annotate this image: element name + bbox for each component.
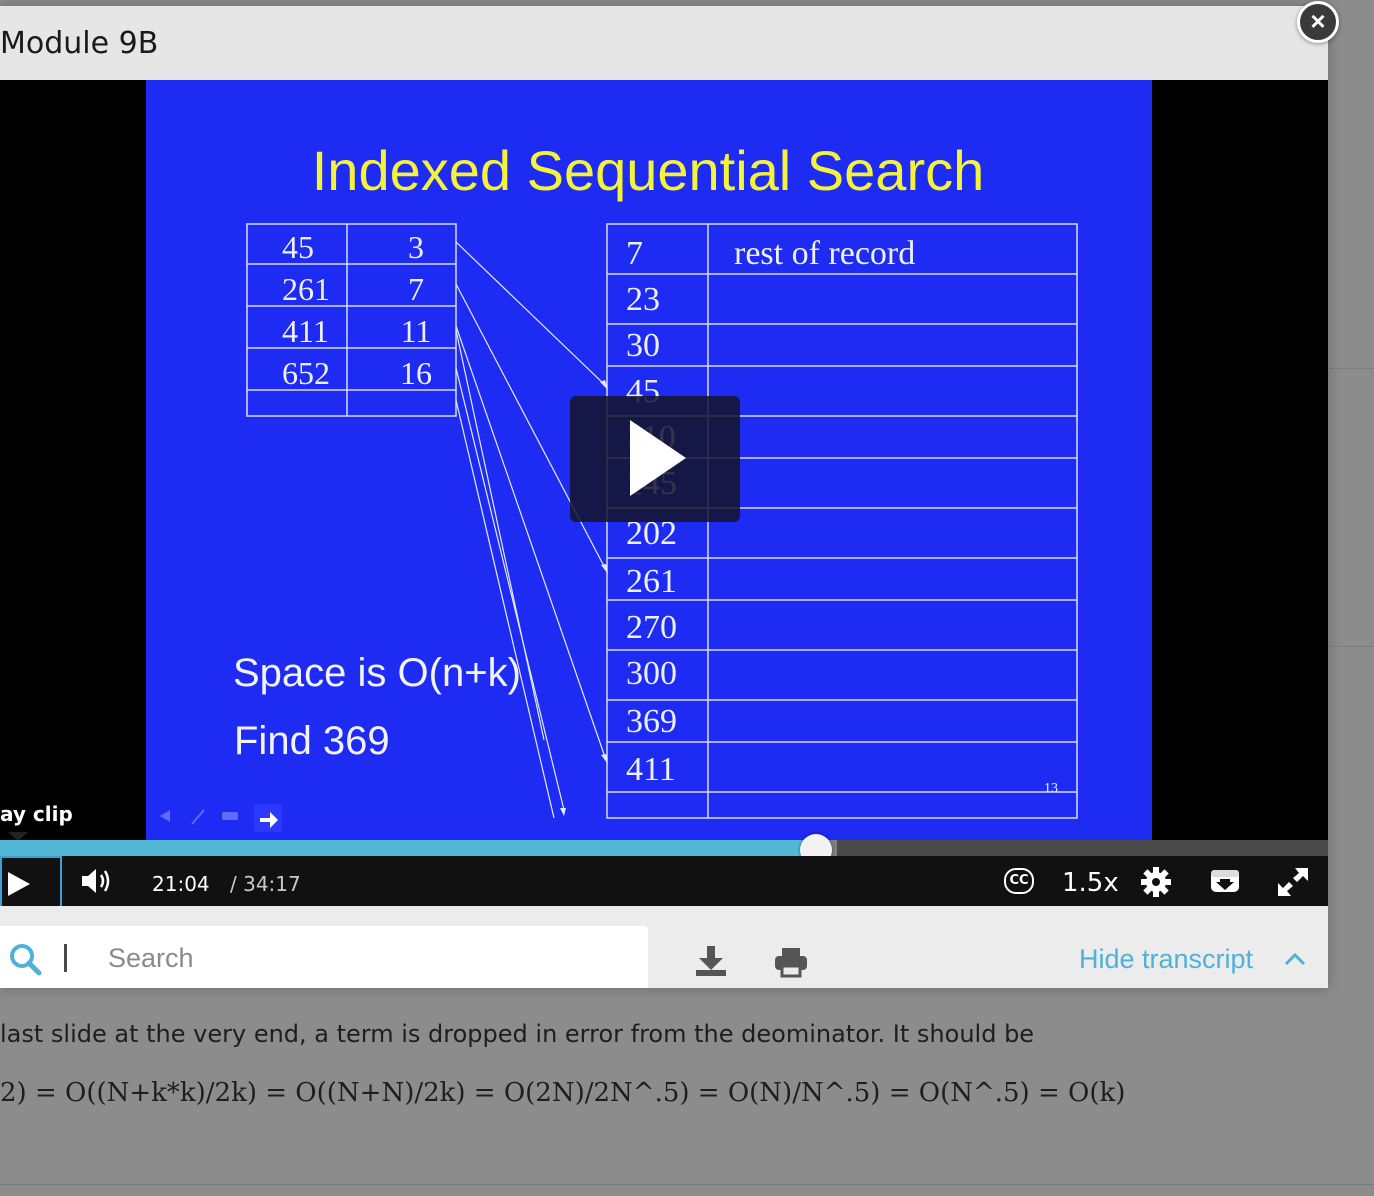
cc-button[interactable]: CC bbox=[1004, 868, 1034, 894]
chevron-up-icon[interactable] bbox=[1284, 952, 1306, 966]
record-header: rest of record bbox=[734, 235, 915, 272]
download-icon[interactable] bbox=[694, 944, 728, 978]
slide-title: Indexed Sequential Search bbox=[312, 139, 985, 202]
record-key-cell: 300 bbox=[626, 655, 677, 692]
record-key-cell: 261 bbox=[626, 563, 677, 600]
record-key-cell: 7 bbox=[626, 235, 643, 272]
index-key-cell: 411 bbox=[282, 313, 329, 349]
search-icon bbox=[10, 944, 42, 976]
index-key-cell: 45 bbox=[282, 229, 314, 265]
playback-speed-button[interactable]: 1.5x bbox=[1062, 868, 1119, 898]
index-pointer-cell: 11 bbox=[401, 313, 432, 349]
divider bbox=[1330, 646, 1374, 647]
search-divider bbox=[64, 944, 67, 972]
fullscreen-button[interactable] bbox=[1276, 866, 1310, 903]
index-table-cells: 45 3 261 7 411 11 652 16 bbox=[282, 229, 432, 391]
index-pointer-cell: 7 bbox=[408, 271, 424, 307]
record-key-cell: 23 bbox=[626, 281, 660, 318]
video-modal: Module 9B Indexed Sequential Search 45 3 2… bbox=[0, 1, 1339, 988]
record-key-cell: 30 bbox=[626, 327, 660, 364]
hide-transcript-link[interactable]: Hide transcript bbox=[1079, 944, 1253, 975]
divider bbox=[0, 1184, 1374, 1185]
modal-header: Module 9B bbox=[0, 6, 1328, 80]
index-pointer-cell: 16 bbox=[400, 355, 432, 391]
download-video-button[interactable] bbox=[1208, 866, 1242, 901]
player-controls: 21:04 / 34:17 CC 1.5x bbox=[0, 856, 1328, 906]
record-key-cell: 369 bbox=[626, 703, 677, 740]
play-clip-label[interactable]: ay clip bbox=[0, 802, 73, 826]
transcript-toolbar: Hide transcript bbox=[0, 906, 1328, 988]
search-input[interactable] bbox=[108, 936, 628, 980]
index-pointer-cell: 3 bbox=[408, 229, 424, 265]
settings-button[interactable] bbox=[1140, 866, 1172, 903]
slide-nav-icons bbox=[160, 809, 238, 825]
progress-bar[interactable] bbox=[0, 840, 1328, 856]
volume-button[interactable] bbox=[80, 866, 114, 901]
record-key-cell: 411 bbox=[626, 751, 676, 788]
index-pointers bbox=[455, 241, 607, 819]
video-player[interactable]: Indexed Sequential Search 45 3 261 7 411 11 65… bbox=[0, 80, 1328, 906]
slide-number: 13 bbox=[1044, 781, 1058, 796]
modal-title: Module 9B bbox=[0, 26, 159, 61]
play-icon bbox=[8, 872, 30, 896]
page-text-line: last slide at the very end, a term is dr… bbox=[0, 1020, 1035, 1048]
divider bbox=[1330, 368, 1374, 369]
index-key-cell: 261 bbox=[282, 271, 330, 307]
space-complexity-text: Space is O(n+k) bbox=[233, 651, 521, 695]
download-box-icon bbox=[1211, 870, 1239, 892]
volume-icon bbox=[82, 869, 110, 893]
play-button[interactable] bbox=[0, 856, 62, 906]
big-play-button[interactable] bbox=[570, 396, 740, 522]
total-time: / 34:17 bbox=[230, 872, 301, 896]
record-key-cell: 270 bbox=[626, 609, 677, 646]
close-button[interactable]: × bbox=[1297, 1, 1339, 43]
page-formula-line: 2) = O((N+k*k)/2k) = O((N+N)/2k) = O(2N)… bbox=[0, 1078, 1126, 1108]
fullscreen-icon bbox=[1278, 868, 1308, 896]
gear-icon bbox=[1141, 867, 1171, 897]
play-icon bbox=[630, 420, 686, 496]
find-text: Find 369 bbox=[234, 719, 390, 763]
transcript-search bbox=[0, 926, 648, 988]
current-time: 21:04 bbox=[152, 872, 210, 896]
index-key-cell: 652 bbox=[282, 355, 330, 391]
progress-fill bbox=[0, 840, 816, 856]
print-icon[interactable] bbox=[773, 946, 809, 978]
